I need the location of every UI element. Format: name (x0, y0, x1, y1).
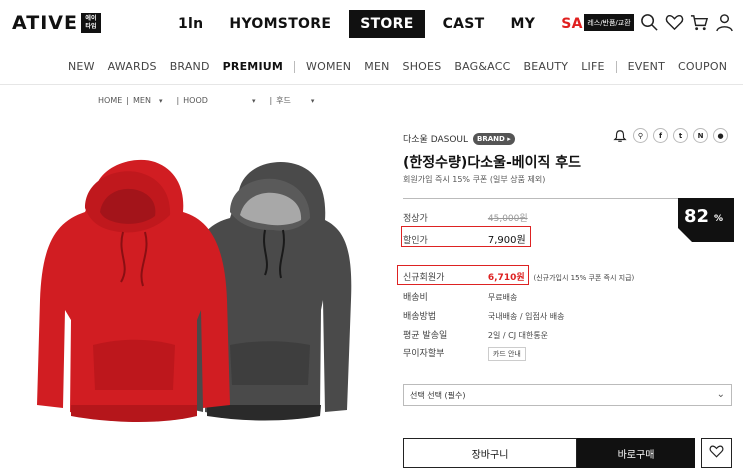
facebook-icon[interactable]: f (653, 128, 668, 143)
member-price-row: 신규회원가 6,710원 (신규가입시 15% 쿠폰 즉시 지급) (403, 270, 634, 283)
discount-percent: 82 (684, 206, 710, 227)
header-icons (640, 13, 734, 36)
cat-brand[interactable]: BRAND (170, 60, 210, 73)
chevron-down-icon: ⌄ (716, 389, 725, 400)
brand-line: 다소울 DASOUL BRAND ▸ (403, 132, 515, 145)
twitter-icon[interactable]: t (673, 128, 688, 143)
delivery-method-value: 국내배송 / 입점사 배송 (487, 312, 565, 321)
cat-beauty[interactable]: BEAUTY (523, 60, 568, 73)
option-select[interactable]: 선택 선택 (필수) ⌄ (403, 384, 732, 406)
cat-coupon[interactable]: COUPON (678, 60, 727, 73)
avg-ship-label: 평균 발송일 (403, 331, 448, 341)
heart-icon[interactable] (665, 13, 684, 36)
naver-icon[interactable]: N (693, 128, 708, 143)
member-price-note: (신규가입시 15% 쿠폰 즉시 지급) (533, 274, 635, 282)
cat-men[interactable]: MEN (364, 60, 389, 73)
category-nav: NEW AWARDS BRAND PREMIUM WOMEN MEN SHOES… (68, 60, 740, 73)
user-icon[interactable] (715, 13, 734, 36)
nav-1ln[interactable]: 1ln (178, 12, 203, 36)
breadcrumb-sep: | (126, 96, 129, 105)
cat-divider (294, 60, 296, 73)
member-price-value: 6,710원 (487, 273, 525, 283)
search-icon[interactable] (640, 13, 659, 36)
heart-icon (709, 444, 724, 463)
sale-price-label: 할인가 (403, 236, 428, 246)
brand-name[interactable]: 다소울 DASOUL (403, 132, 468, 145)
avg-ship-row: 평균 발송일 2일 / CJ 대한통운 (403, 328, 548, 341)
cat-shoes[interactable]: SHOES (403, 60, 442, 73)
chevron-down-icon[interactable]: ▾ (159, 97, 163, 105)
site-logo[interactable]: ATIVE 에이 타임 (12, 12, 101, 34)
cat-divider (615, 60, 617, 73)
product-subtitle: 회원가입 즉시 15% 쿠폰 (일부 상품 제외) (403, 175, 546, 184)
cat-event[interactable]: EVENT (628, 60, 665, 73)
logo-text: ATIVE (12, 12, 78, 34)
cat-women[interactable]: WOMEN (306, 60, 351, 73)
breadcrumb-men[interactable]: MEN (133, 96, 151, 105)
percent-sign: % (714, 214, 724, 224)
installment-label: 무이자할부 (403, 349, 445, 359)
delivery-method-row: 배송방법 국내배송 / 입점사 배송 (403, 309, 564, 322)
breadcrumb: HOME | MEN ▾ | HOOD ▾ | 후드 ▾ (98, 95, 328, 106)
buy-now-button[interactable]: 바로구매 (577, 438, 695, 468)
installment-row: 무이자할부 카드 안내 (403, 346, 526, 361)
breadcrumb-hoodie[interactable]: 후드 (276, 95, 291, 106)
sale-price-row: 할인가 7,900원 (403, 231, 526, 246)
alarm-icon[interactable] (612, 128, 628, 144)
regular-price-value: 45,000원 (487, 214, 528, 224)
returns-exchange-chip[interactable]: 레스/반품/교환 (584, 14, 634, 31)
cat-new[interactable]: NEW (68, 60, 95, 73)
nav-store[interactable]: STORE (349, 10, 425, 38)
add-to-cart-button[interactable]: 장바구니 (403, 438, 577, 468)
card-info-button[interactable]: 카드 안내 (487, 347, 526, 361)
option-select-value: 선택 선택 (필수) (410, 391, 466, 400)
cat-life[interactable]: LIFE (581, 60, 604, 73)
chevron-down-icon[interactable]: ▾ (252, 97, 256, 105)
cat-premium[interactable]: PREMIUM (223, 60, 283, 73)
chevron-down-icon[interactable]: ▾ (311, 97, 315, 105)
shipping-label: 배송비 (403, 293, 428, 303)
breadcrumb-sep: | (269, 96, 273, 105)
sale-price-value: 7,900원 (487, 235, 526, 246)
nav-cast[interactable]: CAST (443, 12, 485, 36)
nav-hyomstore[interactable]: HYOMSTORE (229, 12, 331, 36)
top-navigation: ATIVE 에이 타임 1ln HYOMSTORE STORE CAST MY S… (0, 0, 743, 48)
main-nav: 1ln HYOMSTORE STORE CAST MY SALE (178, 10, 628, 38)
member-price-label: 신규회원가 (403, 273, 445, 283)
cat-awards[interactable]: AWARDS (108, 60, 157, 73)
breadcrumb-hood[interactable]: HOOD (183, 96, 208, 105)
regular-price-label: 정상가 (403, 214, 428, 224)
cat-bag-acc[interactable]: BAG&ACC (454, 60, 510, 73)
nav-my[interactable]: MY (511, 12, 536, 36)
wishlist-button[interactable] (701, 438, 732, 468)
header-divider (0, 84, 743, 85)
share-icons: ⚲ f t N ● (612, 128, 728, 144)
product-title: (한정수량)다소울-베이직 후드 (403, 155, 582, 171)
product-image (25, 150, 355, 440)
discount-badge: 82 % (678, 198, 734, 242)
regular-price-row: 정상가 45,000원 (403, 211, 528, 224)
shipping-value: 무료배송 (487, 293, 518, 302)
cart-icon[interactable] (690, 13, 709, 36)
delivery-method-label: 배송방법 (403, 312, 437, 322)
brand-badge[interactable]: BRAND ▸ (473, 132, 515, 145)
logo-box: 에이 타임 (80, 13, 101, 33)
breadcrumb-sep: | (176, 96, 180, 105)
kakao-icon[interactable]: ● (713, 128, 728, 143)
breadcrumb-home[interactable]: HOME (98, 96, 122, 105)
avg-ship-value: 2일 / CJ 대한통운 (487, 331, 549, 340)
link-icon[interactable]: ⚲ (633, 128, 648, 143)
shipping-row: 배송비 무료배송 (403, 290, 517, 303)
